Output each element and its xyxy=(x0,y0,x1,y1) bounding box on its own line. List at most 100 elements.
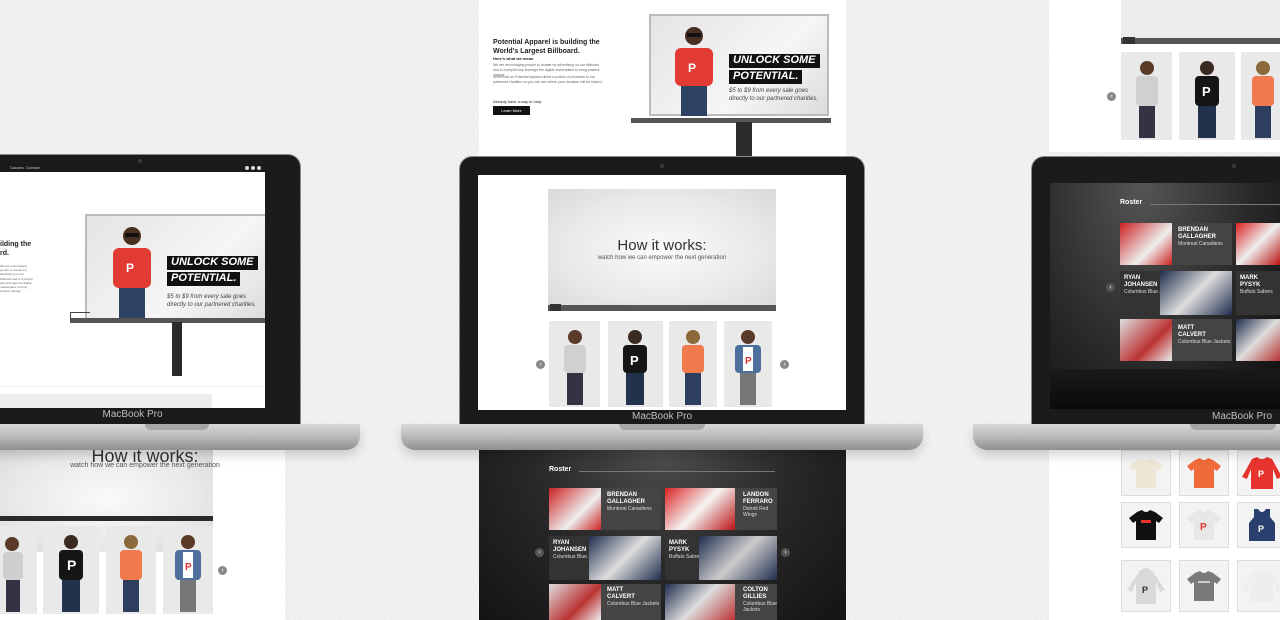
video-controls[interactable] xyxy=(1121,38,1280,44)
chevron-left-icon[interactable]: ‹ xyxy=(535,548,544,557)
product-tee-black[interactable] xyxy=(1121,502,1171,548)
learn-more-button[interactable]: Learn More xyxy=(493,106,530,115)
camera-icon xyxy=(1232,164,1236,168)
svg-text:P: P xyxy=(1142,585,1148,595)
video-preview xyxy=(1121,0,1280,38)
player-card[interactable]: BRENDAN GALLAGHER Montreal Canadiens xyxy=(549,488,661,530)
instagram-icon[interactable] xyxy=(257,166,261,170)
video-subtitle: watch how we can empower the next genera… xyxy=(70,462,220,469)
player-card[interactable]: RYAN JOHANSEN Columbus Blue Jackets xyxy=(549,536,661,580)
player-card[interactable]: MARK PYSYK Buffalo Sabres xyxy=(1236,271,1280,315)
player-last: CALVERT xyxy=(607,594,635,601)
chevron-left-icon[interactable]: ‹ xyxy=(1106,283,1115,292)
billboard-intro-title-partial: ilding the rd. xyxy=(0,240,31,258)
video-subtitle: watch how we can empower the next genera… xyxy=(597,255,727,261)
player-card[interactable]: LANDON FERRARO Detroit Red Wings xyxy=(665,488,777,530)
twitter-icon[interactable] xyxy=(251,166,255,170)
model-photo-3[interactable] xyxy=(669,321,717,407)
chevron-left-icon[interactable]: ‹ xyxy=(1107,92,1116,101)
play-icon[interactable] xyxy=(1123,37,1135,49)
model-photo-2[interactable]: P xyxy=(608,321,663,407)
player-first: MARK xyxy=(1240,275,1258,281)
player-last: GALLAGHER xyxy=(607,499,645,506)
billboard-catwalk xyxy=(70,318,265,323)
product-hoodie-grey[interactable]: P xyxy=(1121,560,1171,612)
model-photo-1[interactable] xyxy=(1121,52,1172,140)
left-screen: Causes Contact ilding the rd. We are enco… xyxy=(0,164,265,408)
player-label: LANDON FERRARO Detroit Red Wings xyxy=(743,492,777,518)
laptop-right-notch xyxy=(1190,424,1276,430)
player-first: MATT xyxy=(1178,325,1195,331)
video-player[interactable]: How it works: watch how we can empower t… xyxy=(548,189,776,316)
facebook-icon[interactable] xyxy=(245,166,249,170)
laptop-center: How it works: watch how we can empower t… xyxy=(460,157,864,425)
nav-item-contact[interactable]: Contact xyxy=(26,165,40,170)
model-photo-1[interactable] xyxy=(0,526,37,614)
left-page-lower: How it works: watch how we can empower t… xyxy=(0,440,285,620)
player-card[interactable] xyxy=(1236,319,1280,361)
player-label: COLTON GILLIES Columbus Blue Jackets xyxy=(743,587,777,613)
player-card[interactable]: BRENDAN GALLAGHER Montreal Canadiens xyxy=(1120,223,1232,265)
player-team: Detroit Red Wings xyxy=(743,506,769,519)
player-photo xyxy=(1120,223,1172,265)
model-photo-2[interactable]: P xyxy=(43,526,99,614)
arena-background xyxy=(479,450,846,620)
player-first: BRENDAN xyxy=(607,492,637,498)
tagline-line-2: directly to our partnered charities. xyxy=(729,95,819,102)
cta-prompt: Already have a way to help: xyxy=(493,99,543,104)
roster-divider xyxy=(1150,204,1280,205)
svg-text:P: P xyxy=(630,353,639,368)
laptop-right: Roster BRENDAN GALLAGHER Montreal Canadien… xyxy=(1032,157,1280,425)
player-card[interactable]: MARK PYSYK Buffalo Sabres xyxy=(665,536,777,580)
product-tee-orange[interactable] xyxy=(1179,450,1229,496)
model-photo-2[interactable]: P xyxy=(1179,52,1235,140)
intro-link-text[interactable]: Here's what we mean xyxy=(493,56,533,62)
svg-text:P: P xyxy=(745,356,752,367)
billboard-catwalk xyxy=(631,118,831,123)
player-card[interactable]: COLTON GILLIES Columbus Blue Jackets xyxy=(665,584,777,620)
player-photo xyxy=(1160,271,1232,315)
camera-icon xyxy=(660,164,664,168)
billboard: P UNLOCK SOME POTENTIAL. $5 to $9 from ev… xyxy=(85,214,265,320)
video-controls[interactable] xyxy=(0,516,213,521)
billboard-post xyxy=(172,322,182,376)
player-card[interactable]: RYAN JOHANSEN Columbus Blue Jackets xyxy=(1120,271,1232,315)
product-longsleeve-white[interactable] xyxy=(1237,560,1280,612)
chevron-left-icon[interactable]: ‹ xyxy=(536,360,545,369)
svg-text:P: P xyxy=(67,557,76,573)
player-team: Columbus Blue Jackets xyxy=(1178,339,1231,346)
chevron-right-icon[interactable]: › xyxy=(780,360,789,369)
player-card[interactable]: MATT CALVERT Columbus Blue Jackets xyxy=(549,584,661,620)
model-photo-4[interactable]: P xyxy=(724,321,772,407)
play-icon[interactable] xyxy=(550,304,561,316)
video-controls[interactable] xyxy=(548,305,776,311)
model-photo-1[interactable] xyxy=(549,321,600,407)
section-divider xyxy=(0,386,265,387)
nav-item-causes[interactable]: Causes xyxy=(10,165,24,170)
player-team: Columbus Blue Jackets xyxy=(607,601,660,608)
player-card[interactable] xyxy=(1236,223,1280,265)
carousel-next-icon[interactable]: › xyxy=(218,566,227,575)
player-team: Buffalo Sabres xyxy=(1240,289,1273,296)
billboard-model: P xyxy=(113,227,151,320)
laptop-chin: MacBook Pro xyxy=(1182,410,1280,424)
player-label: MATT CALVERT Columbus Blue Jackets xyxy=(1178,325,1230,345)
product-tee-white[interactable]: P xyxy=(1179,502,1229,548)
player-first: LANDON xyxy=(743,492,769,498)
model-photo-4[interactable]: P xyxy=(163,526,213,614)
billboard-headline: UNLOCK SOME POTENTIAL. xyxy=(729,54,820,86)
chevron-right-icon[interactable]: › xyxy=(781,548,790,557)
roster-title: Roster xyxy=(549,466,572,473)
product-tee-cream[interactable] xyxy=(1121,450,1171,496)
billboard-model: P xyxy=(675,27,713,116)
player-photo xyxy=(549,584,601,620)
product-tank-navy[interactable]: P xyxy=(1237,502,1280,548)
product-sweater-red[interactable]: P xyxy=(1237,450,1280,496)
player-label: BRENDAN GALLAGHER Montreal Canadiens xyxy=(607,492,652,512)
player-team: Buffalo Sabres xyxy=(669,554,702,561)
player-card[interactable]: MATT CALVERT Columbus Blue Jackets xyxy=(1120,319,1232,361)
laptop-chin: MacBook Pro xyxy=(478,410,846,424)
model-photo-3[interactable] xyxy=(106,526,156,614)
product-tee-charcoal[interactable] xyxy=(1179,560,1229,612)
model-photo-3[interactable] xyxy=(1241,52,1280,140)
